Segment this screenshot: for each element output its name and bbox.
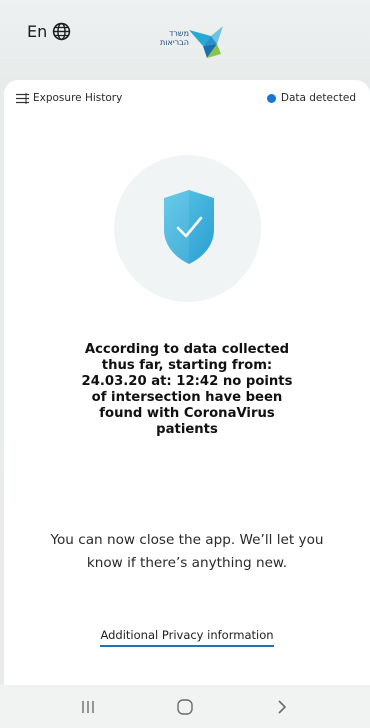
back-icon: [278, 699, 286, 714]
ministry-of-health-logo: משרד הבריאות: [157, 24, 227, 64]
home-button[interactable]: [165, 692, 205, 722]
data-status: Data detected: [266, 92, 356, 104]
status-dot-icon: [266, 93, 276, 103]
app-screen: En משרד הבריאות Exposure History Data de…: [0, 0, 370, 728]
exposure-result-message: According to data collected thus far, st…: [81, 342, 293, 437]
status-label: Data detected: [280, 92, 356, 104]
recents-icon: [82, 700, 95, 713]
shield-check-icon: [164, 190, 214, 264]
system-navigation-bar: [0, 685, 370, 728]
recents-button[interactable]: [68, 692, 108, 722]
language-label: En: [27, 21, 48, 41]
main-card: Exposure History Data detected According…: [4, 80, 370, 685]
menu-list-icon: [16, 92, 29, 104]
back-button[interactable]: [262, 692, 302, 722]
close-app-note: You can now close the app. We’ll let you…: [50, 532, 324, 571]
card-topbar: Exposure History Data detected: [4, 80, 370, 120]
additional-privacy-link[interactable]: Additional Privacy information: [100, 628, 274, 647]
language-button[interactable]: En: [27, 18, 71, 44]
globe-icon: [53, 22, 71, 40]
logo-text: משרד הבריאות: [160, 29, 189, 47]
logo-mark-icon: [189, 26, 223, 58]
home-icon: [177, 698, 193, 715]
privacy-link-container: Additional Privacy information: [4, 624, 370, 647]
exposure-history-label: Exposure History: [33, 92, 123, 104]
app-header: En משרד הבריאות: [0, 0, 370, 82]
shield-circle: [114, 155, 261, 302]
exposure-history-button[interactable]: Exposure History: [16, 92, 122, 104]
